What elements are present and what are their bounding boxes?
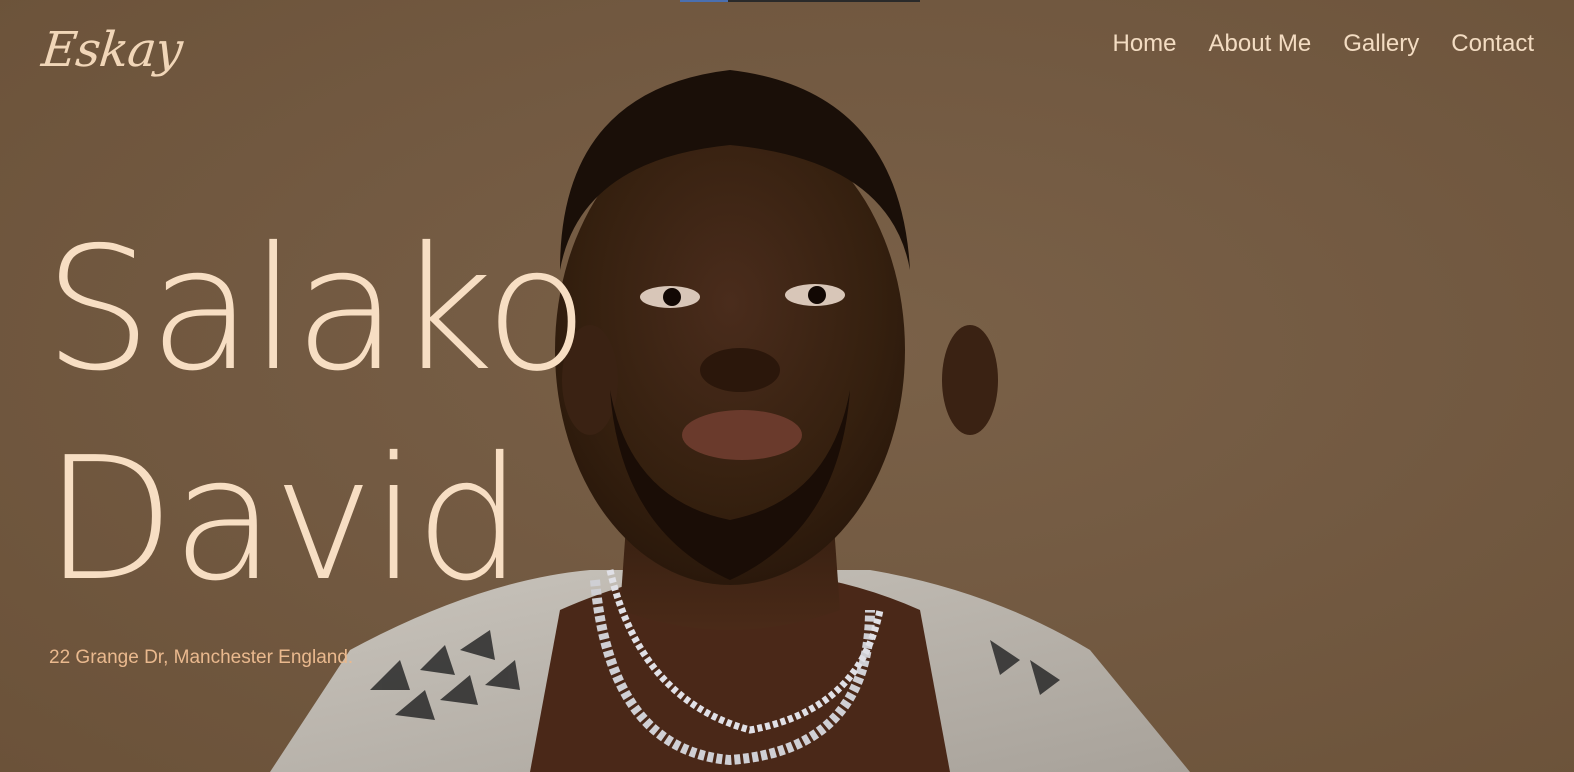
hero-page: Eskay Home About Me Gallery Contact Sala… (0, 0, 1574, 772)
site-logo[interactable]: Eskay (39, 22, 184, 78)
main-nav: Home About Me Gallery Contact (1112, 30, 1534, 58)
portrait-photo (270, 70, 1190, 772)
scroll-progress-bar (680, 0, 920, 2)
hero-first-name: Salako (44, 211, 589, 409)
scroll-progress-fill (680, 0, 728, 2)
nav-home[interactable]: Home (1112, 30, 1176, 58)
nav-gallery[interactable]: Gallery (1343, 30, 1419, 58)
hero-address: 22 Grange Dr, Manchester England. (49, 647, 354, 668)
nav-contact[interactable]: Contact (1451, 30, 1534, 58)
hero-last-name: David (44, 421, 523, 619)
nav-about-me[interactable]: About Me (1209, 30, 1312, 58)
